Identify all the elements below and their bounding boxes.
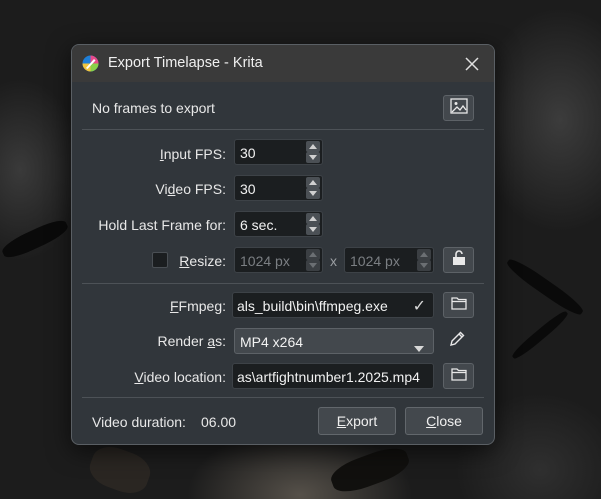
browse-ffmpeg-button[interactable]: [443, 292, 474, 318]
input-fps-value: 30: [240, 145, 256, 161]
folder-icon: [450, 296, 467, 315]
export-button[interactable]: Export: [318, 407, 396, 435]
hold-last-frame-label: Hold Last Frame for:: [98, 217, 226, 233]
spin-up-icon[interactable]: [417, 249, 431, 260]
preview-button[interactable]: [443, 95, 474, 121]
close-button[interactable]: Close: [405, 407, 483, 435]
spin-down-icon[interactable]: [306, 224, 320, 235]
divider: [82, 283, 484, 284]
hold-last-frame-value: 6 sec.: [240, 217, 278, 233]
background-canvas-stroke: [327, 442, 413, 498]
resize-width-value: 1024 px: [240, 253, 290, 269]
input-fps-spinbox[interactable]: 30: [234, 139, 323, 165]
spin-down-icon[interactable]: [417, 260, 431, 271]
pencil-icon: [448, 330, 466, 353]
render-as-label: Render as:: [157, 333, 227, 349]
resize-separator: x: [330, 253, 337, 269]
render-as-dropdown[interactable]: MP4 x264: [234, 328, 434, 354]
aspect-lock-icon: [451, 249, 467, 271]
valid-checkmark-icon: ✓: [412, 298, 426, 315]
resize-checkbox[interactable]: [152, 252, 168, 268]
video-fps-value: 30: [240, 181, 256, 197]
video-location-label: Video location:: [134, 369, 226, 385]
background-canvas-stroke: [84, 440, 156, 499]
video-location-value: as\artfightnumber1.2025.mp4: [237, 369, 420, 385]
input-fps-label: Input FPS:: [159, 146, 226, 162]
spin-down-icon[interactable]: [306, 152, 320, 163]
spin-up-icon[interactable]: [306, 177, 320, 188]
video-duration-value: 06.00: [201, 414, 237, 430]
background-canvas-stroke: [0, 216, 71, 262]
krita-logo-icon: [82, 55, 99, 72]
close-icon[interactable]: [458, 50, 486, 78]
browse-video-location-button[interactable]: [443, 363, 474, 389]
spin-up-icon[interactable]: [306, 141, 320, 152]
ffmpeg-path-field[interactable]: als_build\bin\ffmpeg.exe ✓: [232, 292, 434, 318]
spin-up-icon[interactable]: [306, 213, 320, 224]
hold-last-frame-spinbox[interactable]: 6 sec.: [234, 211, 323, 237]
background-canvas-stroke: [504, 255, 586, 319]
resize-height-spinbox[interactable]: 1024 px: [344, 247, 434, 273]
spin-down-icon[interactable]: [306, 260, 320, 271]
resize-width-spinbox[interactable]: 1024 px: [234, 247, 323, 273]
status-message: No frames to export: [92, 100, 215, 116]
spin-up-icon[interactable]: [306, 249, 320, 260]
chevron-down-icon: [414, 339, 424, 357]
edit-render-options-button[interactable]: [443, 328, 470, 354]
video-duration-label: Video duration:: [92, 414, 186, 430]
aspect-lock-button[interactable]: [443, 247, 474, 273]
ffmpeg-label: FFmpeg:: [169, 298, 226, 314]
resize-height-value: 1024 px: [350, 253, 400, 269]
video-fps-label: Video FPS:: [155, 181, 226, 197]
window-title: Export Timelapse - Krita: [108, 55, 263, 71]
spin-down-icon[interactable]: [306, 188, 320, 199]
ffmpeg-path-value: als_build\bin\ffmpeg.exe: [237, 298, 388, 314]
video-fps-spinbox[interactable]: 30: [234, 175, 323, 201]
video-location-field[interactable]: as\artfightnumber1.2025.mp4: [232, 363, 434, 389]
image-icon: [449, 97, 468, 119]
render-as-value: MP4 x264: [240, 334, 304, 350]
title-bar[interactable]: Export Timelapse - Krita: [72, 45, 494, 82]
divider: [82, 397, 484, 398]
resize-label: Resize:: [179, 253, 226, 269]
folder-icon: [450, 367, 467, 386]
background-canvas-stroke: [509, 308, 571, 362]
export-timelapse-dialog: Export Timelapse - Krita No frames to ex…: [71, 44, 495, 445]
divider: [82, 129, 484, 130]
